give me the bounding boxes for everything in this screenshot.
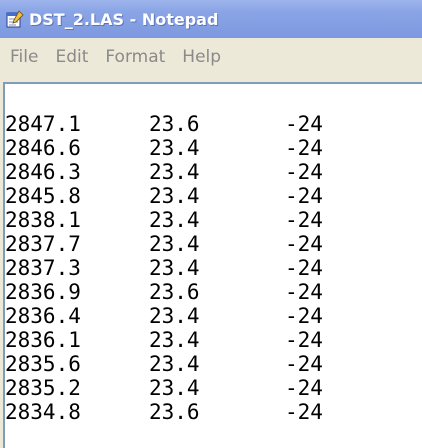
value-column-3: -24: [285, 160, 323, 184]
title-bar[interactable]: DST_2.LAS - Notepad: [0, 0, 422, 38]
value-column-2: 23.4: [149, 256, 200, 280]
notepad-icon[interactable]: [5, 9, 25, 29]
value-column-2: 23.4: [149, 208, 200, 232]
value-column-3: -24: [285, 232, 323, 256]
value-column-2: 23.4: [149, 376, 200, 400]
value-column-3: -24: [285, 136, 323, 160]
value-column-3: -24: [285, 304, 323, 328]
value-column-3: -24: [285, 328, 323, 352]
value-column-3: -24: [285, 256, 323, 280]
depth-value: 2837.7: [5, 232, 81, 256]
notepad-window: DST_2.LAS - Notepad File Edit Format Hel…: [0, 0, 422, 448]
text-editor-area[interactable]: 2847.1 23.6 -24 2846.6 23.4 -24 2846.3 23.4 -2…: [3, 82, 422, 448]
depth-value: 2837.3: [5, 256, 81, 280]
value-column-2: 23.4: [149, 136, 200, 160]
value-column-3: -24: [285, 400, 323, 424]
depth-value: 2845.8: [5, 184, 81, 208]
depth-value: 2835.6: [5, 352, 81, 376]
menu-file[interactable]: File: [0, 47, 46, 67]
value-column-2: 23.4: [149, 232, 200, 256]
value-column-3: -24: [285, 376, 323, 400]
depth-value: 2846.6: [5, 136, 81, 160]
value-column-2: 23.4: [149, 304, 200, 328]
value-column-3: -24: [285, 184, 323, 208]
depth-value: 2836.9: [5, 280, 81, 304]
value-column-3: -24: [285, 208, 323, 232]
value-column-2: 23.4: [149, 328, 200, 352]
value-column-2: 23.4: [149, 160, 200, 184]
value-column-3: -24: [285, 352, 323, 376]
depth-value: 2846.3: [5, 160, 81, 184]
value-column-2: 23.4: [149, 184, 200, 208]
depth-value: 2847.1: [5, 112, 81, 136]
value-column-2: 23.4: [149, 352, 200, 376]
depth-value: 2834.8: [5, 400, 81, 424]
value-column-2: 23.6: [149, 400, 200, 424]
depth-value: 2836.4: [5, 304, 81, 328]
value-column-2: 23.6: [149, 280, 200, 304]
menu-edit[interactable]: Edit: [46, 47, 96, 67]
window-title: DST_2.LAS - Notepad: [29, 9, 219, 29]
depth-value: 2838.1: [5, 208, 81, 232]
depth-value: 2836.1: [5, 328, 81, 352]
depth-value: 2835.2: [5, 376, 81, 400]
value-column-3: -24: [285, 280, 323, 304]
value-column-3: -24: [285, 112, 323, 136]
menu-help[interactable]: Help: [173, 47, 229, 67]
menu-bar: File Edit Format Help: [0, 38, 422, 76]
menu-format[interactable]: Format: [96, 47, 173, 67]
value-column-2: 23.6: [149, 112, 200, 136]
